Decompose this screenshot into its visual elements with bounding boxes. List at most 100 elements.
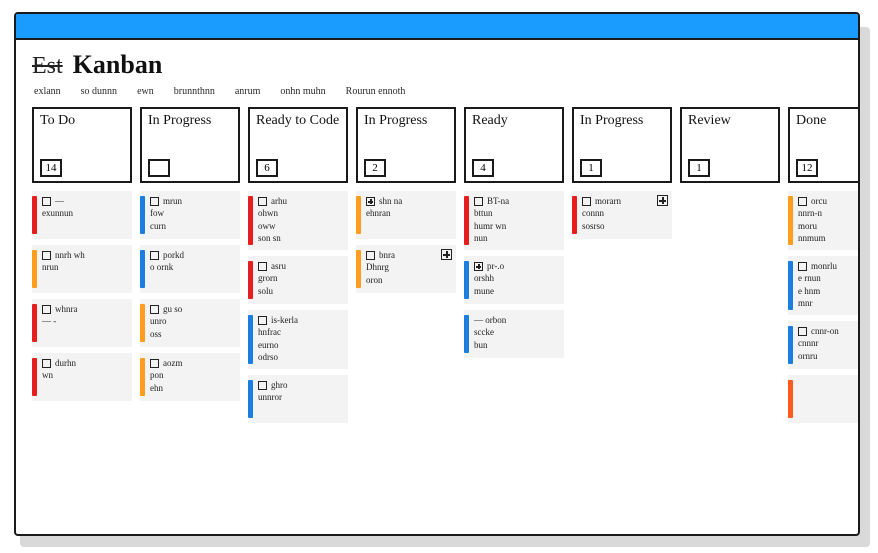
- kanban-card[interactable]: nnrh whnrun: [32, 245, 132, 293]
- kanban-card[interactable]: orcunnrn-nmorunnmum: [788, 191, 860, 250]
- card-text: mnr: [798, 298, 813, 309]
- kanban-card[interactable]: — orbonscckebun: [464, 310, 564, 358]
- card-line: morarn: [582, 196, 667, 207]
- kanban-card[interactable]: [788, 375, 860, 423]
- card-body: monrlue rnune hnmmnr: [798, 261, 860, 310]
- kanban-card[interactable]: monrlue rnune hnmmnr: [788, 256, 860, 315]
- card-line: ghro: [258, 380, 343, 391]
- card-text: ghro: [271, 380, 288, 391]
- card-text: oss: [150, 329, 162, 340]
- kanban-card[interactable]: gu sounrooss: [140, 299, 240, 347]
- card-body: durhnwn: [42, 358, 127, 396]
- column-header[interactable]: In Progress1: [572, 107, 672, 183]
- card-color-stripe: [356, 196, 361, 234]
- column-header[interactable]: Ready to Code6: [248, 107, 348, 183]
- checkbox-icon: [798, 197, 807, 206]
- card-text: ehn: [150, 383, 163, 394]
- kanban-card[interactable]: bnraDhnrgoron: [356, 245, 456, 293]
- kanban-column: Ready to Code6 arhuohwnowwson sn asrugrorn…: [248, 107, 348, 423]
- kanban-card[interactable]: cnnr-oncnnnrornru: [788, 321, 860, 369]
- card-text: exunnun: [42, 208, 73, 219]
- card-line: porkd: [150, 250, 235, 261]
- card-text: oron: [366, 275, 383, 286]
- kanban-card[interactable]: BT-nabttunhumr wnnun: [464, 191, 564, 250]
- card-body: shn naehnran: [366, 196, 451, 234]
- kanban-card[interactable]: mrunfowcurn: [140, 191, 240, 239]
- card-line: connn: [582, 208, 667, 219]
- card-color-stripe: [32, 196, 37, 234]
- card-body: morarnconnnsosrso: [582, 196, 667, 234]
- card-body: bnraDhnrgoron: [366, 250, 451, 288]
- tab-item[interactable]: ewn: [137, 86, 154, 97]
- card-line: aozm: [150, 358, 235, 369]
- kanban-card[interactable]: asrugrornsolu: [248, 256, 348, 304]
- column-title: In Progress: [364, 114, 448, 129]
- kanban-card[interactable]: pr-.oorshhmune: [464, 256, 564, 304]
- card-text: — orbon: [474, 315, 506, 326]
- column-header[interactable]: Done12: [788, 107, 860, 183]
- card-line: unnror: [258, 392, 343, 403]
- card-text: ehnran: [366, 208, 391, 219]
- checkbox-icon: [582, 197, 591, 206]
- tab-item[interactable]: exlann: [34, 86, 61, 97]
- card-line: bun: [474, 340, 559, 351]
- plus-box-icon: [474, 262, 483, 271]
- kanban-card[interactable]: shn naehnran: [356, 191, 456, 239]
- column-card-list: orcunnrn-nmorunnmum monrlue rnune hnmmnr c…: [788, 191, 860, 423]
- content-area: Est Kanban exlann so dunnn ewn brunnthnn…: [16, 40, 858, 423]
- tab-item[interactable]: anrum: [235, 86, 261, 97]
- card-text: mune: [474, 286, 494, 297]
- card-text: cnnnr: [798, 338, 819, 349]
- card-line: nnrn-n: [798, 208, 860, 219]
- column-header[interactable]: In Progress: [140, 107, 240, 183]
- kanban-card[interactable]: ghrounnror: [248, 375, 348, 423]
- card-text: ohwn: [258, 208, 278, 219]
- card-color-stripe: [788, 261, 793, 310]
- card-text: nun: [474, 233, 488, 244]
- checkbox-icon: [42, 251, 51, 260]
- kanban-card[interactable]: durhnwn: [32, 353, 132, 401]
- kanban-column: Review1: [680, 107, 780, 423]
- kanban-column: In Progress mrunfowcurn porkdo ornk gu soun…: [140, 107, 240, 423]
- column-title: To Do: [40, 114, 124, 129]
- card-color-stripe: [140, 304, 145, 342]
- card-text: wn: [42, 370, 53, 381]
- card-body: gu sounrooss: [150, 304, 235, 342]
- kanban-card[interactable]: porkdo ornk: [140, 245, 240, 293]
- card-body: asrugrornsolu: [258, 261, 343, 299]
- kanban-card[interactable]: —exunnun: [32, 191, 132, 239]
- card-line: pon: [150, 370, 235, 381]
- card-text: is-kerla: [271, 315, 298, 326]
- kanban-column: Done12 orcunnrn-nmorunnmum monrlue rnune h…: [788, 107, 860, 423]
- kanban-card[interactable]: aozmpon ehn: [140, 353, 240, 401]
- kanban-card[interactable]: whnra— -: [32, 299, 132, 347]
- card-color-stripe: [248, 196, 253, 245]
- kanban-column: Ready4 BT-nabttunhumr wnnun pr-.oorshhmune…: [464, 107, 564, 423]
- card-line: e hnm: [798, 286, 860, 297]
- tab-item[interactable]: so dunnn: [81, 86, 117, 97]
- card-line: nrun: [42, 262, 127, 273]
- kanban-card[interactable]: arhuohwnowwson sn: [248, 191, 348, 250]
- tab-item[interactable]: onhn muhn: [280, 86, 325, 97]
- tab-item[interactable]: Rourun ennoth: [346, 86, 406, 97]
- checkbox-icon: [42, 359, 51, 368]
- card-line: durhn: [42, 358, 127, 369]
- kanban-card[interactable]: morarnconnnsosrso: [572, 191, 672, 239]
- column-header[interactable]: Ready4: [464, 107, 564, 183]
- column-header[interactable]: Review1: [680, 107, 780, 183]
- card-body: whnra— -: [42, 304, 127, 342]
- card-text: arhu: [271, 196, 287, 207]
- card-text: BT-na: [487, 196, 509, 207]
- card-line: hnfrac: [258, 327, 343, 338]
- card-line: ehnran: [366, 208, 451, 219]
- column-title: Ready: [472, 114, 556, 129]
- card-line: nnmum: [798, 233, 860, 244]
- column-title: Ready to Code: [256, 114, 340, 129]
- column-header[interactable]: In Progress2: [356, 107, 456, 183]
- checkbox-icon: [798, 262, 807, 271]
- column-header[interactable]: To Do14: [32, 107, 132, 183]
- card-text: humr wn: [474, 221, 506, 232]
- kanban-card[interactable]: is-kerlahnfraceurnoodrso: [248, 310, 348, 369]
- tab-item[interactable]: brunnthnn: [174, 86, 215, 97]
- card-color-stripe: [32, 250, 37, 288]
